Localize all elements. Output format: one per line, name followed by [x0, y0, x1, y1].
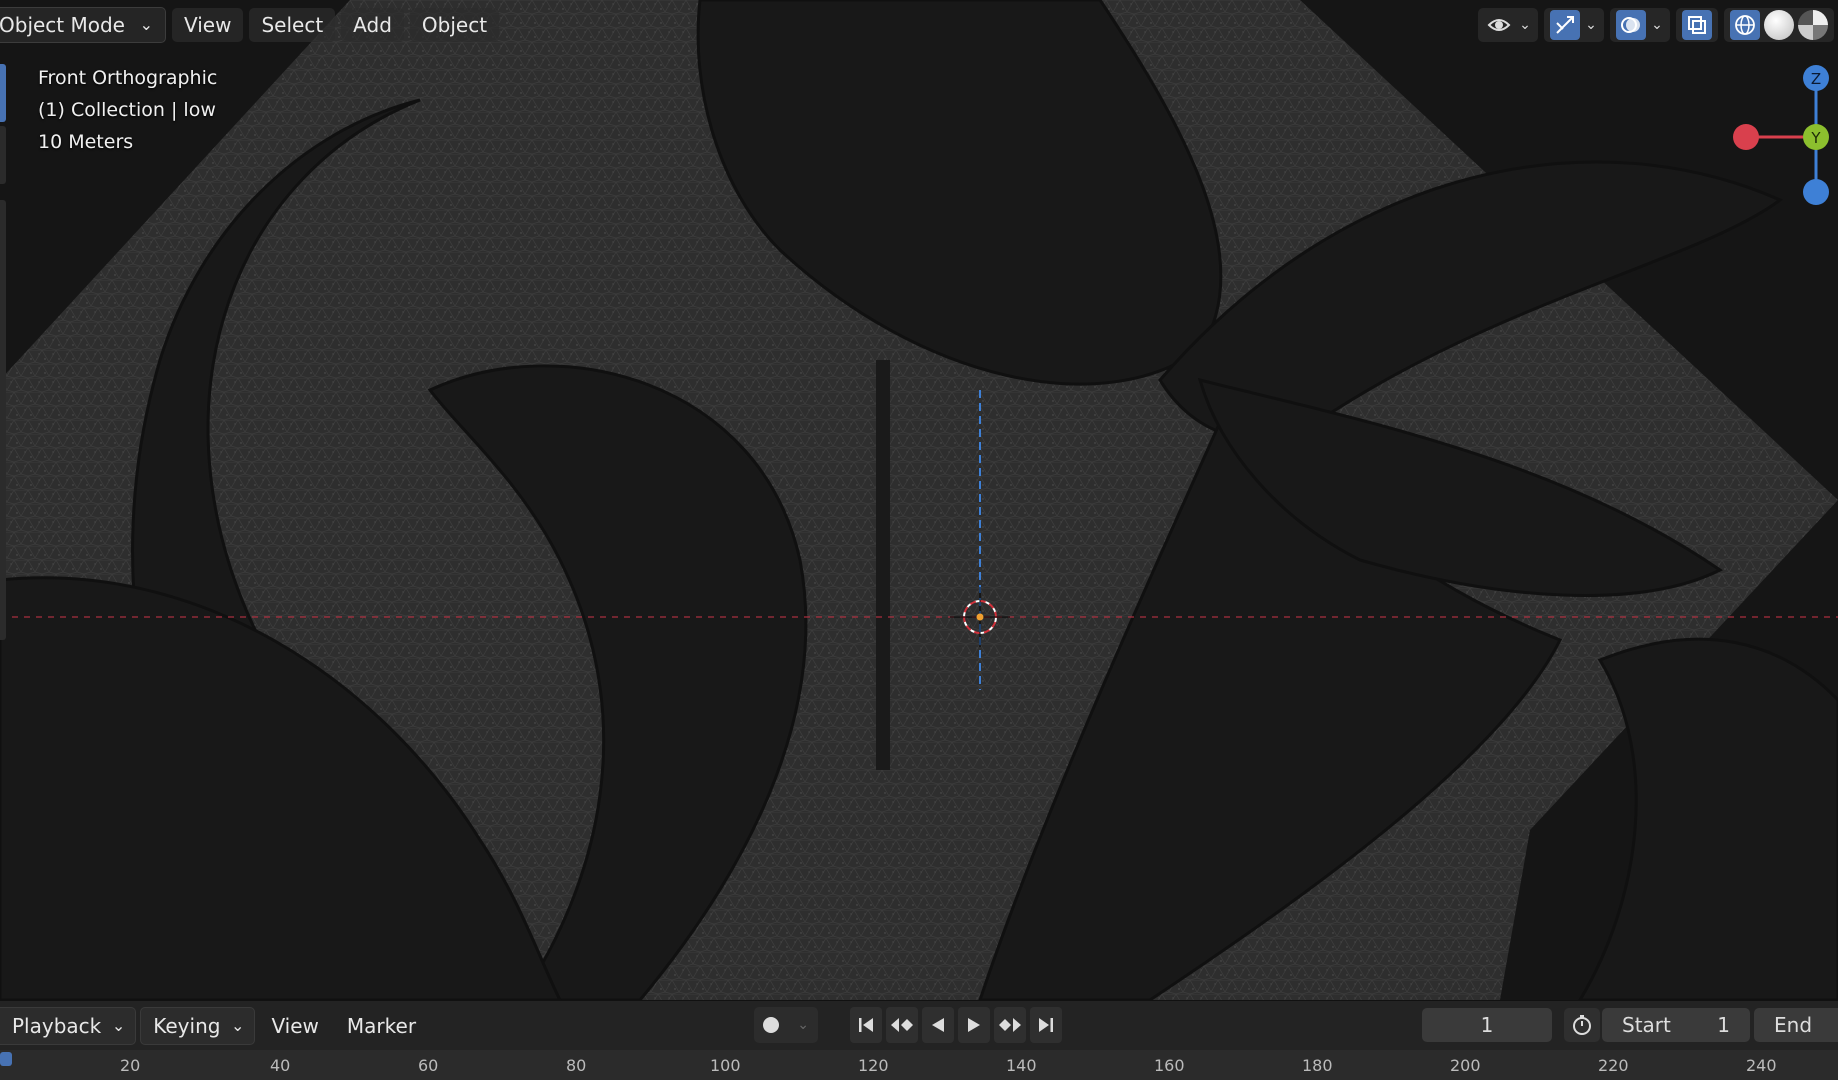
- start-value: 1: [1717, 1013, 1730, 1037]
- start-frame-field[interactable]: Start 1: [1602, 1008, 1750, 1042]
- ruler-tick: 140: [1006, 1056, 1037, 1075]
- jump-to-keyframe-next-button[interactable]: [994, 1007, 1026, 1043]
- jump-to-start-button[interactable]: [850, 1007, 882, 1043]
- menu-select[interactable]: Select: [249, 8, 336, 42]
- playhead-marker[interactable]: [0, 1052, 12, 1066]
- preview-range-toggle[interactable]: [1564, 1008, 1600, 1042]
- jump-start-icon: [859, 1018, 873, 1032]
- view-name: Front Orthographic: [38, 67, 218, 89]
- scale-label: 10 Meters: [38, 131, 134, 153]
- toolbar-edge-tab[interactable]: [0, 126, 6, 184]
- current-frame-field[interactable]: 1: [1422, 1008, 1552, 1042]
- timeline-ruler[interactable]: 20 40 60 80 100 120 140 160 180 200 220 …: [0, 1050, 1838, 1080]
- mesh-scene: [0, 0, 1838, 1000]
- visibility-dropdown[interactable]: ⌄: [1478, 8, 1538, 42]
- stopwatch-icon: [1573, 1015, 1591, 1035]
- menu-view[interactable]: View: [172, 8, 244, 42]
- x-axis-handle[interactable]: [1733, 124, 1759, 150]
- ruler-tick: 100: [710, 1056, 741, 1075]
- chevron-down-icon[interactable]: ⌄: [797, 1017, 809, 1033]
- wireframe-shading-icon[interactable]: [1730, 10, 1760, 40]
- timeline-menu-view[interactable]: View: [259, 1008, 330, 1044]
- navigation-gizmo[interactable]: Z Y: [1728, 60, 1838, 220]
- play-reverse-icon: [932, 1018, 944, 1032]
- collection-label: (1) Collection | low: [38, 99, 216, 121]
- auto-keying-toggle[interactable]: ⌄: [754, 1007, 818, 1043]
- y-axis-label: Y: [1810, 129, 1821, 147]
- viewport-header: Object Mode ⌄ View Select Add Object ⌄ ⌄…: [0, 0, 1838, 50]
- play-reverse-button[interactable]: [922, 1007, 954, 1043]
- play-button[interactable]: [958, 1007, 990, 1043]
- chevron-down-icon[interactable]: ⌄: [1650, 17, 1664, 33]
- chevron-down-icon: ⌄: [139, 15, 153, 34]
- z-axis-label: Z: [1811, 70, 1821, 88]
- eye-icon[interactable]: [1484, 10, 1514, 40]
- timeline-menu-marker[interactable]: Marker: [335, 1008, 428, 1044]
- ruler-tick: 80: [566, 1056, 587, 1075]
- viewport-info: Front Orthographic (1) Collection | low …: [38, 62, 217, 158]
- ruler-tick: 240: [1746, 1056, 1777, 1075]
- jump-to-keyframe-prev-button[interactable]: [886, 1007, 918, 1043]
- overlay-dropdown[interactable]: ⌄: [1610, 8, 1670, 42]
- timeline-header: Playback ⌄ Keying ⌄ View Marker ⌄ 1 Star…: [0, 1000, 1838, 1051]
- chevron-down-icon[interactable]: ⌄: [1584, 17, 1598, 33]
- gizmo-icon[interactable]: [1550, 10, 1580, 40]
- neg-z-axis-handle[interactable]: [1803, 179, 1829, 205]
- end-frame-field[interactable]: End: [1754, 1008, 1838, 1042]
- menu-object[interactable]: Object: [409, 8, 500, 42]
- ruler-tick: 20: [120, 1056, 141, 1075]
- playback-controls: ⌄: [754, 1007, 1062, 1043]
- keying-label: Keying: [153, 1014, 221, 1038]
- ruler-tick: 180: [1302, 1056, 1333, 1075]
- mode-selector[interactable]: Object Mode ⌄: [0, 7, 166, 43]
- chevron-down-icon: ⌄: [231, 1016, 245, 1035]
- menu-add[interactable]: Add: [341, 8, 404, 42]
- play-icon: [968, 1018, 980, 1032]
- jump-to-end-button[interactable]: [1030, 1007, 1062, 1043]
- jump-end-icon: [1039, 1018, 1053, 1032]
- xray-toggle[interactable]: [1676, 8, 1718, 42]
- toolbar-edge-tab[interactable]: [0, 200, 6, 640]
- ruler-tick: 160: [1154, 1056, 1185, 1075]
- chevron-down-icon: ⌄: [111, 1016, 126, 1035]
- next-keyframe-icon: [999, 1018, 1021, 1032]
- ruler-tick: 200: [1450, 1056, 1481, 1075]
- end-label: End: [1774, 1013, 1813, 1037]
- playback-dropdown[interactable]: Playback ⌄: [0, 1007, 137, 1045]
- ruler-tick: 60: [418, 1056, 439, 1075]
- chevron-down-icon[interactable]: ⌄: [1518, 17, 1532, 33]
- 3d-viewport[interactable]: Front Orthographic (1) Collection | low …: [0, 0, 1838, 1000]
- gizmo-dropdown[interactable]: ⌄: [1544, 8, 1604, 42]
- mode-label: Object Mode: [0, 13, 125, 37]
- playback-label: Playback: [12, 1014, 102, 1038]
- record-icon[interactable]: [763, 1017, 780, 1033]
- solid-shading-icon[interactable]: [1764, 10, 1794, 40]
- keying-dropdown[interactable]: Keying ⌄: [140, 1007, 256, 1045]
- prev-keyframe-icon: [891, 1018, 913, 1032]
- xray-icon[interactable]: [1682, 10, 1712, 40]
- shading-modes: [1724, 8, 1834, 42]
- toolbar-edge-tab[interactable]: [0, 64, 6, 122]
- ruler-tick: 40: [270, 1056, 291, 1075]
- viewport-tools: ⌄ ⌄ ⌄: [1478, 8, 1834, 42]
- ruler-tick: 120: [858, 1056, 889, 1075]
- start-label: Start: [1622, 1013, 1671, 1037]
- material-shading-icon[interactable]: [1798, 10, 1828, 40]
- ruler-tick: 220: [1598, 1056, 1629, 1075]
- overlay-icon[interactable]: [1616, 10, 1646, 40]
